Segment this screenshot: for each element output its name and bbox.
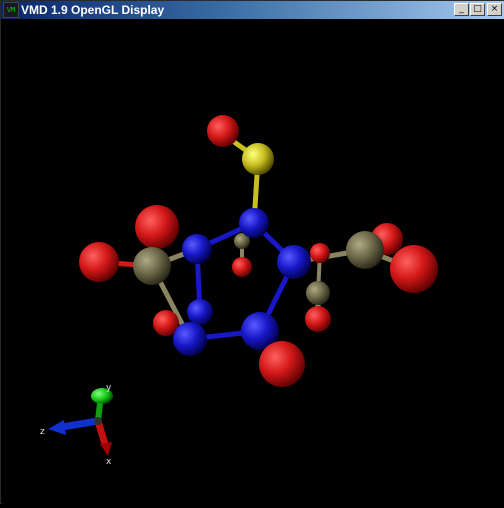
nitrogen-atom xyxy=(239,208,269,238)
oxygen-atom xyxy=(135,205,179,249)
nitrogen-atom xyxy=(182,234,212,264)
window-title: VMD 1.9 OpenGL Display xyxy=(21,3,165,17)
carbon-atom xyxy=(346,231,384,269)
x-axis-arrowhead xyxy=(100,442,112,456)
orientation-axes: y z x xyxy=(40,383,113,467)
vmd-window: VM VMD 1.9 OpenGL Display _ □ × y z x xyxy=(0,0,504,504)
opengl-display-viewport[interactable]: y z x xyxy=(2,19,504,504)
x-axis-label: x xyxy=(106,457,112,467)
z-axis-arrowhead xyxy=(48,420,66,435)
nitrogen-atom xyxy=(277,245,311,279)
carbon-atom xyxy=(306,281,330,305)
oxygen-atom xyxy=(390,245,438,293)
carbon-atom xyxy=(133,247,171,285)
z-axis-arrow xyxy=(61,417,99,431)
y-axis-label: y xyxy=(106,383,112,393)
axes-origin xyxy=(94,417,102,425)
oxygen-atom xyxy=(259,341,305,387)
oxygen-atom xyxy=(305,306,331,332)
minimize-button[interactable]: _ xyxy=(454,3,469,16)
vmd-app-icon[interactable]: VM xyxy=(3,2,19,18)
oxygen-atom xyxy=(207,115,239,147)
oxygen-atom xyxy=(232,257,252,277)
oxygen-atom xyxy=(310,243,330,263)
maximize-button[interactable]: □ xyxy=(470,3,485,16)
sulfur-atom xyxy=(242,143,274,175)
z-axis-label: z xyxy=(40,427,45,437)
nitrogen-atom xyxy=(173,322,207,356)
nitrogen-atom xyxy=(187,299,213,325)
molecule-render[interactable]: y z x xyxy=(2,19,504,504)
oxygen-atom xyxy=(79,242,119,282)
title-bar[interactable]: VM VMD 1.9 OpenGL Display _ □ × xyxy=(1,1,504,19)
close-button[interactable]: × xyxy=(487,3,502,16)
